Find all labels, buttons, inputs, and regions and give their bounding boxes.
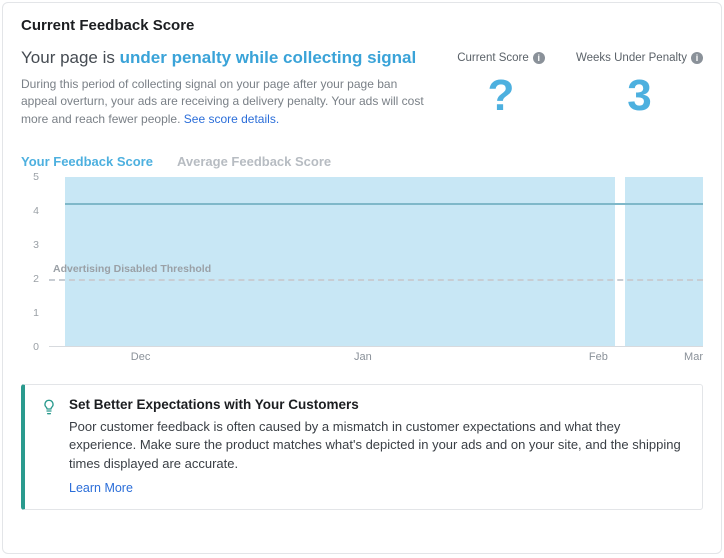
chart-plot-area: Advertising Disabled Threshold [49,177,703,347]
chart-x-axis: Dec Jan Feb Mar [49,351,703,367]
status-line: Your page is under penalty while collect… [21,48,426,68]
status-prefix: Your page is [21,48,120,67]
y-tick: 5 [33,171,39,183]
y-tick: 3 [33,239,39,251]
lightbulb-icon [41,399,57,419]
y-tick: 2 [33,273,39,285]
metric-current-label: Current Score [457,52,529,64]
info-icon[interactable]: i [691,52,703,64]
tab-your-feedback[interactable]: Your Feedback Score [21,154,153,169]
threshold-line [49,279,703,281]
tip-content: Set Better Expectations with Your Custom… [69,397,686,495]
tab-average-feedback[interactable]: Average Feedback Score [177,154,331,169]
x-tick: Jan [354,351,372,363]
top-row: Your page is under penalty while collect… [21,48,703,128]
threshold-label: Advertising Disabled Threshold [53,263,215,275]
chart-y-axis: 012345 [21,177,43,347]
info-icon[interactable]: i [533,52,545,64]
y-tick: 0 [33,341,39,353]
metric-current-score: Current Score i ? [446,48,556,120]
feedback-chart: 012345 Advertising Disabled Threshold De… [21,177,703,372]
x-tick: Mar [684,351,703,363]
chart-tabs: Your Feedback Score Average Feedback Sco… [21,154,703,169]
learn-more-link[interactable]: Learn More [69,481,686,495]
metric-current-value: ? [446,72,556,120]
status-highlight: under penalty while collecting signal [120,48,417,67]
score-line [65,203,703,205]
x-tick: Dec [131,351,151,363]
metric-weeks-label-row: Weeks Under Penalty i [576,52,703,64]
status-description: During this period of collecting signal … [21,76,426,128]
see-score-details-link[interactable]: See score details. [184,112,279,126]
x-tick: Feb [589,351,608,363]
metric-current-label-row: Current Score i [457,52,545,64]
tip-body: Poor customer feedback is often caused b… [69,418,686,473]
y-tick: 4 [33,205,39,217]
status-block: Your page is under penalty while collect… [21,48,426,128]
metric-weeks-value: 3 [576,72,703,120]
metric-weeks-label: Weeks Under Penalty [576,52,687,64]
tip-title: Set Better Expectations with Your Custom… [69,397,686,412]
y-tick: 1 [33,307,39,319]
feedback-card: Current Feedback Score Your page is unde… [2,2,722,554]
metric-weeks-penalty: Weeks Under Penalty i 3 [576,48,703,120]
card-title: Current Feedback Score [21,17,703,34]
tip-card: Set Better Expectations with Your Custom… [21,384,703,510]
